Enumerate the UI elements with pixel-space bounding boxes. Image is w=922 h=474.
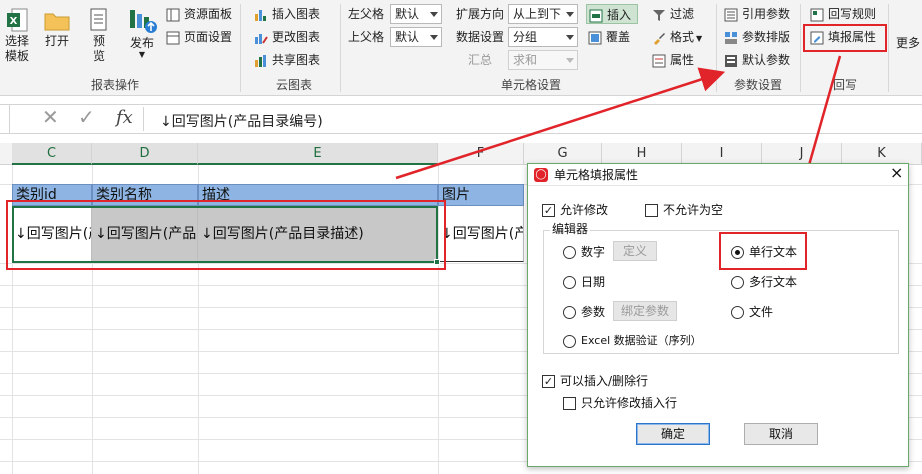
- allow-insert-delete-label: 可以插入/删除行: [560, 374, 649, 388]
- define-button[interactable]: 定义: [613, 241, 657, 261]
- cancel-button[interactable]: 取消: [744, 423, 818, 445]
- multi-text-label: 多行文本: [749, 275, 798, 289]
- allow-insert-delete-checkbox[interactable]: ✓: [542, 375, 555, 388]
- dialog-title-bar: ◯ 单元格填报属性 ×: [528, 164, 908, 186]
- bind-param-button[interactable]: 绑定参数: [613, 301, 677, 321]
- excel-validation-radio[interactable]: [563, 335, 576, 348]
- not-allow-empty-checkbox[interactable]: [645, 204, 658, 217]
- ok-button[interactable]: 确定: [636, 423, 710, 445]
- date-radio[interactable]: [563, 276, 576, 289]
- param-radio[interactable]: [563, 306, 576, 319]
- number-label: 数字: [581, 245, 606, 259]
- number-radio[interactable]: [563, 246, 576, 259]
- cell-fill-property-dialog: ◯ 单元格填报属性 × ✓ 允许修改 不允许为空 编辑器 数字 定义 单行文本 …: [527, 163, 909, 467]
- multi-text-radio[interactable]: [731, 276, 744, 289]
- allow-modify-label: 允许修改: [560, 203, 609, 217]
- param-label: 参数: [581, 305, 606, 319]
- dialog-title: 单元格填报属性: [554, 168, 639, 182]
- only-modify-inserted-checkbox[interactable]: [563, 397, 576, 410]
- app-icon: ◯: [534, 168, 548, 182]
- single-text-highlight: [719, 232, 807, 270]
- close-icon[interactable]: ×: [890, 165, 903, 181]
- file-label: 文件: [749, 305, 774, 319]
- file-radio[interactable]: [731, 306, 744, 319]
- allow-modify-checkbox[interactable]: ✓: [542, 204, 555, 217]
- not-allow-empty-label: 不允许为空: [663, 203, 724, 217]
- excel-validation-label: Excel 数据验证（序列）: [581, 334, 702, 347]
- editor-group-label: 编辑器: [550, 221, 591, 237]
- only-modify-inserted-label: 只允许修改插入行: [581, 396, 678, 410]
- date-label: 日期: [581, 275, 606, 289]
